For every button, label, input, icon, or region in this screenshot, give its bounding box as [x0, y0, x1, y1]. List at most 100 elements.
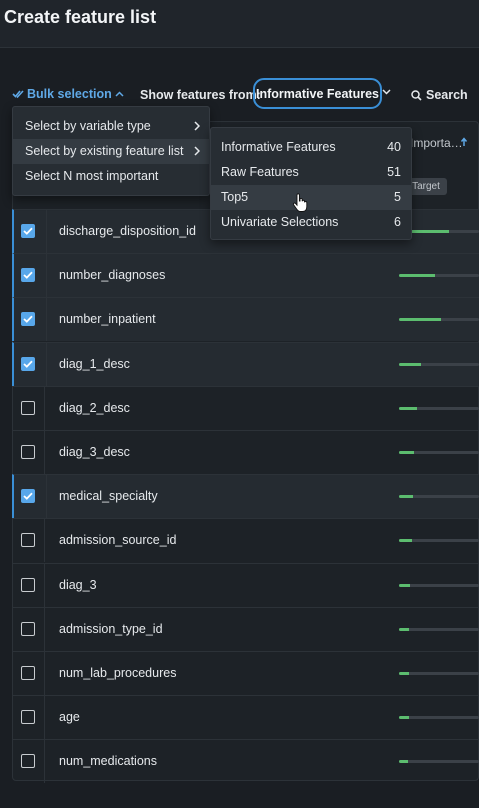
- submenu-item-count: 5: [394, 190, 401, 204]
- importance-bar-fill: [399, 672, 410, 675]
- importance-bar: [399, 716, 479, 719]
- importance-bar: [399, 318, 479, 321]
- feature-name: num_lab_procedures: [59, 666, 177, 680]
- checkbox[interactable]: [21, 710, 35, 724]
- column-divider: [46, 298, 47, 341]
- importance-bar: [399, 539, 479, 542]
- checkbox-checked[interactable]: [21, 312, 35, 326]
- feature-name: age: [59, 710, 80, 724]
- double-check-icon: [12, 90, 24, 99]
- feature-name: number_diagnoses: [59, 268, 166, 282]
- importance-bar: [399, 407, 479, 410]
- checkbox[interactable]: [21, 401, 35, 415]
- check-icon: [23, 492, 33, 500]
- menu-item-label: Select by variable type: [25, 119, 151, 133]
- menu-item-select-n-most-important[interactable]: Select N most important: [13, 164, 211, 189]
- table-row[interactable]: number_diagnoses: [12, 253, 479, 297]
- submenu-item-count: 6: [394, 215, 401, 229]
- column-divider: [46, 475, 47, 518]
- table-row[interactable]: admission_source_id: [12, 518, 479, 562]
- importance-bar: [399, 363, 479, 366]
- column-divider: [46, 254, 47, 297]
- check-icon: [23, 271, 33, 279]
- checkbox[interactable]: [21, 533, 35, 547]
- importance-bar-fill: [399, 628, 410, 631]
- column-divider: [44, 696, 45, 739]
- sort-arrow-up-icon[interactable]: [460, 137, 468, 147]
- feature-name: admission_type_id: [59, 622, 163, 636]
- table-row[interactable]: diag_3_desc: [12, 430, 479, 474]
- table-row[interactable]: num_medications: [12, 739, 479, 783]
- column-divider: [44, 387, 45, 430]
- feature-name: medical_specialty: [59, 489, 158, 503]
- checkbox-checked[interactable]: [21, 268, 35, 282]
- importance-bar: [399, 584, 479, 587]
- bulk-selection-menu: Select by variable type Select by existi…: [12, 106, 211, 196]
- table-row[interactable]: diag_2_desc: [12, 386, 479, 430]
- importance-bar: [399, 451, 479, 454]
- importance-column-header[interactable]: Importa…: [410, 136, 463, 150]
- table-row[interactable]: diag_3: [12, 563, 479, 607]
- check-icon: [23, 360, 33, 368]
- table-row[interactable]: diag_1_desc: [12, 342, 479, 386]
- bulk-selection-label: Bulk selection: [27, 87, 112, 101]
- checkbox[interactable]: [21, 754, 35, 768]
- table-row[interactable]: medical_specialty: [12, 474, 479, 518]
- importance-bar: [399, 274, 479, 277]
- importance-bar-fill: [399, 716, 409, 719]
- importance-bar: [399, 628, 479, 631]
- column-divider: [44, 564, 45, 607]
- menu-item-select-by-variable-type[interactable]: Select by variable type: [13, 114, 211, 139]
- submenu-item-top5[interactable]: Top5 5: [211, 185, 411, 210]
- feature-name: diag_3: [59, 578, 97, 592]
- column-divider: [44, 652, 45, 695]
- column-divider: [44, 740, 45, 783]
- table-row[interactable]: num_lab_procedures: [12, 651, 479, 695]
- importance-bar: [399, 495, 479, 498]
- feature-name: admission_source_id: [59, 533, 177, 547]
- feature-name: diag_2_desc: [59, 401, 130, 415]
- checkbox-checked[interactable]: [21, 224, 35, 238]
- table-row[interactable]: number_inpatient: [12, 297, 479, 341]
- menu-item-label: Select N most important: [25, 169, 159, 183]
- feature-name: number_inpatient: [59, 312, 156, 326]
- page-title: Create feature list: [4, 7, 157, 27]
- hand-pointer-cursor-icon: [292, 193, 308, 212]
- importance-bar-fill: [399, 407, 417, 410]
- feature-name: diag_1_desc: [59, 357, 130, 371]
- checkbox[interactable]: [21, 445, 35, 459]
- feature-list-submenu: Informative Features 40 Raw Features 51 …: [210, 127, 412, 240]
- submenu-item-label: Informative Features: [221, 140, 336, 154]
- importance-bar-fill: [399, 539, 412, 542]
- chevron-right-icon: [194, 146, 200, 156]
- importance-bar-fill: [399, 274, 435, 277]
- submenu-item-label: Top5: [221, 190, 249, 204]
- column-divider: [44, 608, 45, 651]
- submenu-item-raw-features[interactable]: Raw Features 51: [211, 160, 411, 185]
- bulk-selection-button[interactable]: Bulk selection: [12, 87, 124, 101]
- checkbox-checked[interactable]: [21, 357, 35, 371]
- feature-source-select[interactable]: Informative Features: [253, 78, 382, 109]
- menu-item-select-by-existing-feature-list[interactable]: Select by existing feature list: [13, 139, 211, 164]
- chevron-right-icon: [194, 121, 200, 131]
- table-row[interactable]: age: [12, 695, 479, 739]
- checkbox[interactable]: [21, 666, 35, 680]
- column-divider: [46, 210, 47, 253]
- submenu-item-count: 40: [387, 140, 401, 154]
- submenu-item-informative-features[interactable]: Informative Features 40: [211, 135, 411, 160]
- check-icon: [23, 227, 33, 235]
- search-button[interactable]: Search: [411, 88, 468, 102]
- importance-bar: [399, 672, 479, 675]
- submenu-item-univariate-selections[interactable]: Univariate Selections 6: [211, 210, 411, 235]
- check-icon: [23, 315, 33, 323]
- search-icon: [411, 89, 422, 101]
- importance-bar-fill: [399, 495, 414, 498]
- menu-item-label: Select by existing feature list: [25, 144, 184, 158]
- column-divider: [44, 431, 45, 474]
- checkbox-checked[interactable]: [21, 489, 35, 503]
- checkbox[interactable]: [21, 622, 35, 636]
- table-row[interactable]: admission_type_id: [12, 607, 479, 651]
- checkbox[interactable]: [21, 578, 35, 592]
- chevron-down-icon[interactable]: [382, 89, 391, 95]
- chevron-up-icon: [115, 91, 124, 97]
